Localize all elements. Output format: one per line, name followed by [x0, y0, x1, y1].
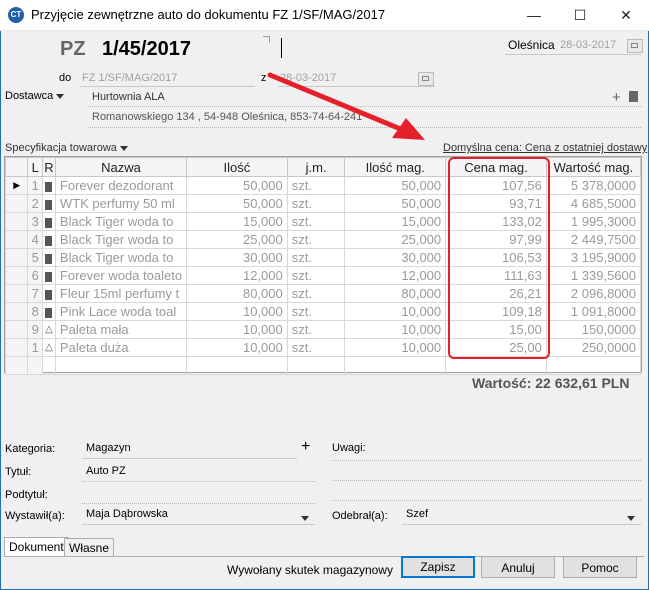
category-label: Kategoria: — [5, 443, 56, 455]
title-field[interactable]: Auto PZ — [86, 465, 126, 477]
cancel-button[interactable]: Anuluj — [481, 556, 555, 578]
annotation-arrow — [267, 72, 425, 140]
add-category-icon[interactable]: + — [301, 438, 310, 456]
issued-by-select[interactable]: Maja Dąbrowska — [86, 508, 168, 520]
title-label: Tytuł: — [5, 466, 32, 478]
subtitle-underline — [82, 503, 315, 504]
issued-by-label: Wystawił(a): — [5, 510, 65, 522]
chevron-down-icon[interactable] — [301, 511, 309, 525]
save-button[interactable]: Zapisz — [401, 556, 475, 578]
category-underline — [82, 458, 297, 459]
notes-line[interactable] — [332, 480, 641, 481]
tab-dokument[interactable]: Dokument — [4, 537, 69, 557]
status-text: Wywołany skutek magazynowy — [227, 563, 393, 577]
received-by-label: Odebrał(a): — [332, 510, 388, 522]
category-value[interactable]: Magazyn — [86, 442, 131, 454]
notes-line[interactable] — [332, 460, 641, 461]
tab-wlasne[interactable]: Własne — [64, 538, 115, 556]
issued-by-underline — [82, 524, 315, 525]
title-underline — [82, 481, 315, 482]
notes-line[interactable] — [332, 500, 641, 501]
help-button[interactable]: Pomoc — [563, 556, 637, 578]
subtitle-label: Podtytuł: — [5, 489, 48, 501]
received-by-underline — [402, 524, 641, 525]
chevron-down-icon[interactable] — [627, 511, 635, 525]
received-by-select[interactable]: Szef — [406, 508, 428, 520]
notes-label: Uwagi: — [332, 442, 366, 454]
total-value: Wartość: 22 632,61 PLN — [472, 375, 630, 391]
